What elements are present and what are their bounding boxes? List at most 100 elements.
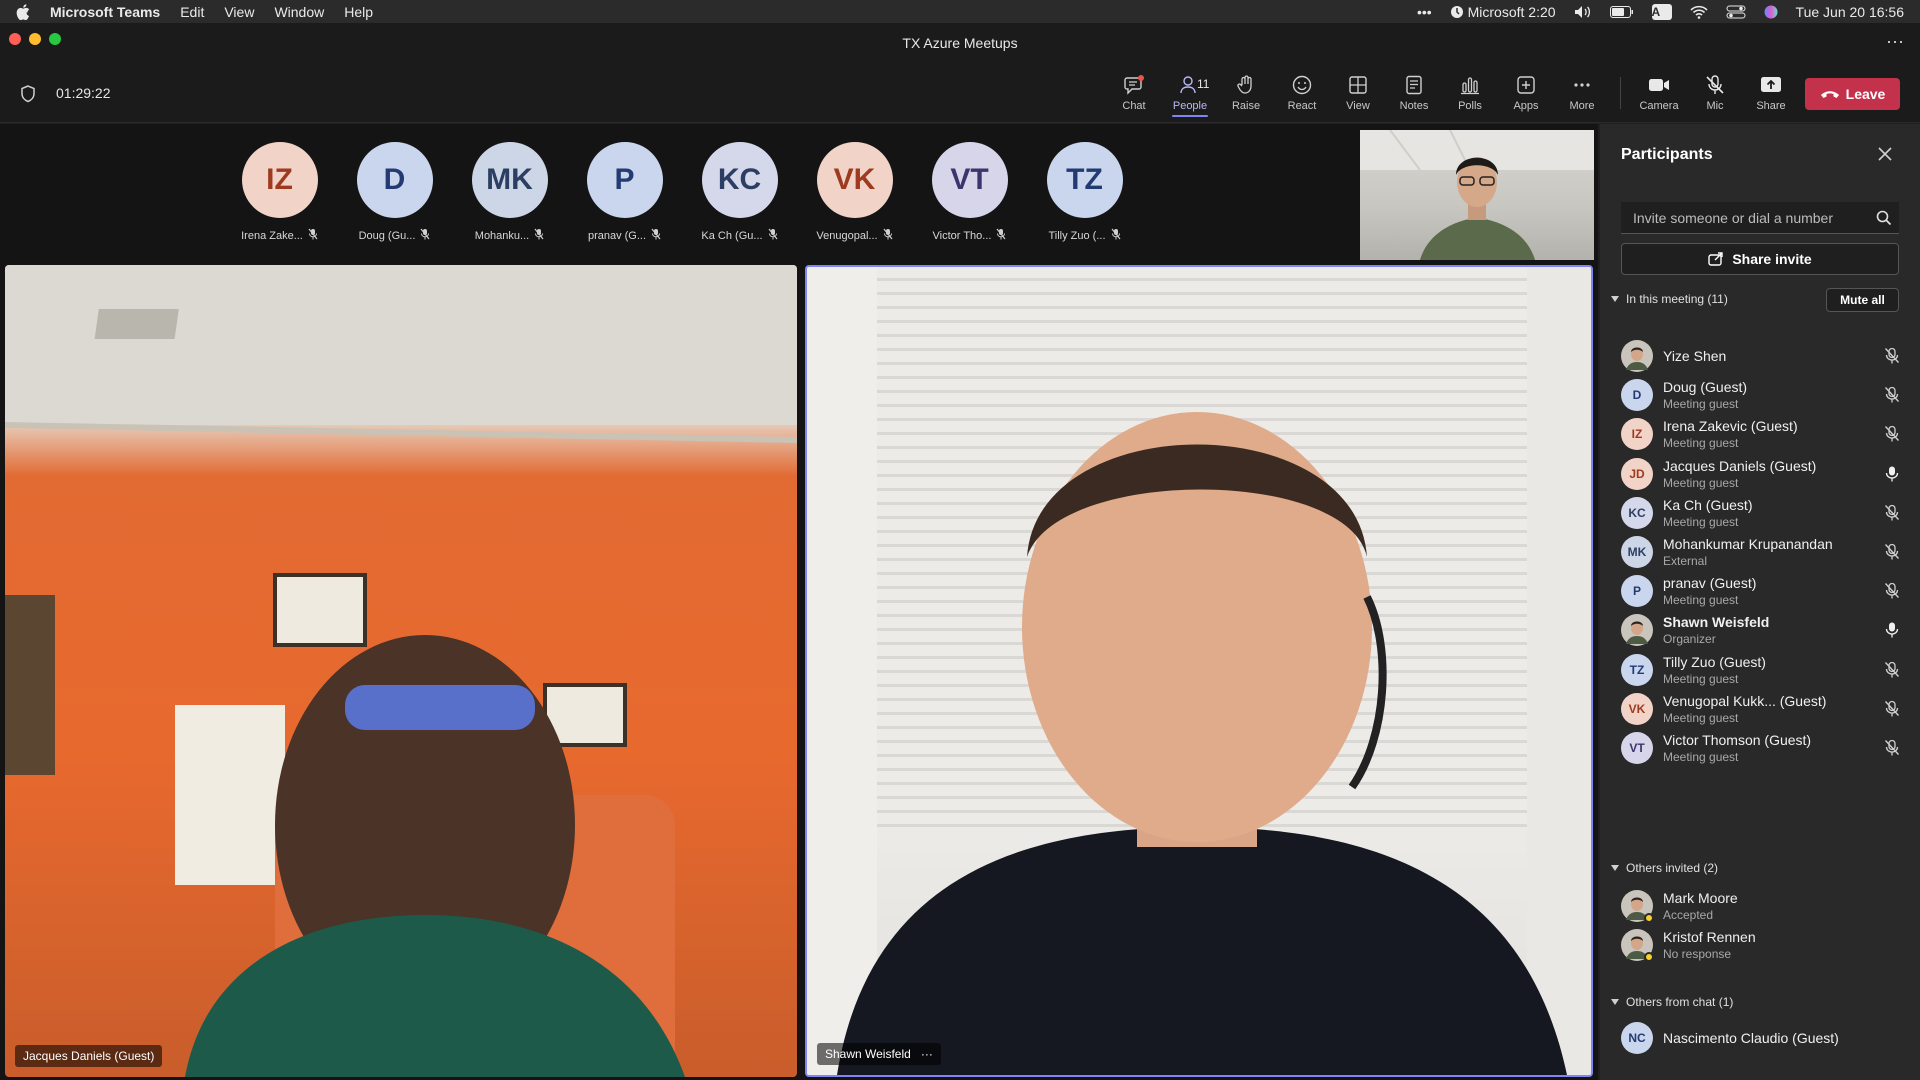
mic-button[interactable]: Mic	[1687, 63, 1743, 123]
close-window-button[interactable]	[9, 33, 21, 45]
video-tile-more-icon[interactable]: ···	[921, 1047, 933, 1061]
leave-button[interactable]: Leave	[1805, 78, 1900, 110]
participant-row[interactable]: JD Jacques Daniels (Guest) Meeting guest	[1621, 452, 1911, 496]
participant-info: Mohankumar Krupanandan External	[1663, 536, 1833, 568]
avatar	[1621, 890, 1654, 923]
participant-row[interactable]: VK Venugopal Kukk... (Guest) Meeting guest	[1621, 687, 1911, 731]
video-tile-jacques[interactable]: Jacques Daniels (Guest)	[5, 265, 797, 1077]
mic-muted-icon	[651, 228, 661, 243]
strip-participant[interactable]: VT Victor Tho...	[912, 142, 1027, 243]
apps-button-label: Apps	[1513, 100, 1539, 112]
wifi-icon[interactable]	[1689, 5, 1708, 19]
strip-participant[interactable]: MK Mohanku...	[452, 142, 567, 243]
mic-muted-icon[interactable]	[1884, 582, 1900, 605]
strip-participant-label: pranav (G...	[588, 228, 661, 243]
apple-icon[interactable]	[16, 3, 30, 20]
zoom-window-button[interactable]	[49, 33, 61, 45]
avatar: D	[1621, 379, 1653, 412]
participant-row[interactable]: Yize Shen	[1621, 334, 1911, 378]
input-source-indicator[interactable]: A	[1651, 3, 1672, 20]
strip-participant[interactable]: TZ Tilly Zuo (...	[1027, 142, 1142, 243]
mic-muted-icon[interactable]	[1884, 504, 1900, 527]
menu-app-name[interactable]: Microsoft Teams	[50, 4, 160, 20]
more-button[interactable]: More	[1554, 63, 1610, 123]
mic-muted-icon	[308, 228, 318, 243]
invited-row[interactable]: Mark Moore Accepted	[1621, 884, 1911, 928]
strip-participant[interactable]: IZ Irena Zake...	[222, 142, 337, 243]
mic-muted-icon[interactable]	[1884, 543, 1900, 566]
invite-search-input[interactable]	[1621, 202, 1899, 234]
shield-icon[interactable]	[20, 85, 36, 103]
others-invited-section-header[interactable]: Others invited (2)	[1610, 861, 1718, 875]
menu-view[interactable]: View	[224, 4, 254, 20]
in-meeting-section-header[interactable]: In this meeting (11)	[1610, 292, 1728, 306]
menu-window[interactable]: Window	[274, 4, 324, 20]
menu-edit[interactable]: Edit	[180, 4, 204, 20]
strip-participant[interactable]: VK Venugopal...	[797, 142, 912, 243]
mute-all-button[interactable]: Mute all	[1826, 288, 1899, 312]
volume-icon[interactable]	[1574, 5, 1592, 19]
view-button[interactable]: View	[1330, 63, 1386, 123]
menubar-datetime[interactable]: Tue Jun 20 16:56	[1796, 4, 1904, 20]
mic-muted-icon[interactable]	[1884, 386, 1900, 409]
people-button[interactable]: 11 People	[1162, 63, 1218, 123]
raise-hand-button[interactable]: Raise	[1218, 63, 1274, 123]
mic-muted-icon[interactable]	[1884, 347, 1900, 370]
react-button[interactable]: React	[1274, 63, 1330, 123]
mic-muted-icon[interactable]	[1884, 700, 1900, 723]
others-chat-section-header[interactable]: Others from chat (1)	[1610, 995, 1733, 1009]
window-more-icon[interactable]: ···	[1886, 31, 1904, 52]
participant-row[interactable]: KC Ka Ch (Guest) Meeting guest	[1621, 491, 1911, 535]
participant-row[interactable]: MK Mohankumar Krupanandan External	[1621, 530, 1911, 574]
mic-muted-icon	[1706, 75, 1724, 94]
mic-muted-icon[interactable]	[1884, 425, 1900, 448]
strip-participant[interactable]: KC Ka Ch (Gu...	[682, 142, 797, 243]
chat-button[interactable]: Chat	[1106, 63, 1162, 123]
minimize-window-button[interactable]	[29, 33, 41, 45]
menubar-more-icon[interactable]: •••	[1417, 4, 1432, 20]
mic-muted-icon[interactable]	[1884, 739, 1900, 762]
apps-button[interactable]: Apps	[1498, 63, 1554, 123]
video-name-label: Jacques Daniels (Guest)	[23, 1049, 155, 1063]
strip-participant[interactable]: D Doug (Gu...	[337, 142, 452, 243]
invited-row[interactable]: Kristof Rennen No response	[1621, 923, 1911, 967]
notes-button[interactable]: Notes	[1386, 63, 1442, 123]
avatar: VT	[1621, 732, 1653, 764]
camera-button[interactable]: Camera	[1631, 63, 1687, 123]
participant-row[interactable]: VT Victor Thomson (Guest) Meeting guest	[1621, 726, 1911, 770]
mic-button-label: Mic	[1706, 100, 1724, 112]
menu-help[interactable]: Help	[344, 4, 373, 20]
control-center-icon[interactable]	[1726, 5, 1746, 19]
mic-muted-icon[interactable]	[1884, 661, 1900, 684]
participant-row[interactable]: TZ Tilly Zuo (Guest) Meeting guest	[1621, 648, 1911, 692]
participant-row[interactable]: D Doug (Guest) Meeting guest	[1621, 373, 1911, 417]
close-icon[interactable]	[1877, 146, 1893, 162]
participant-row[interactable]: IZ Irena Zakevic (Guest) Meeting guest	[1621, 412, 1911, 456]
avatar: KC	[1621, 496, 1653, 529]
participant-info: Irena Zakevic (Guest) Meeting guest	[1663, 418, 1798, 450]
share-invite-button[interactable]: Share invite	[1621, 243, 1899, 275]
mic-icon[interactable]	[1884, 621, 1900, 644]
chevron-down-icon	[1611, 865, 1619, 871]
participant-name: Doug (Guest)	[1663, 379, 1748, 396]
share-button[interactable]: Share	[1743, 63, 1799, 123]
strip-participant[interactable]: Ppranav (G...	[567, 142, 682, 243]
participant-row[interactable]: Ppranav (Guest) Meeting guest	[1621, 569, 1911, 613]
participant-info: Ka Ch (Guest) Meeting guest	[1663, 497, 1752, 529]
status-app[interactable]: Microsoft 2:20	[1450, 4, 1556, 20]
avatar: MK	[471, 142, 548, 218]
share-invite-label: Share invite	[1732, 251, 1812, 267]
mic-icon[interactable]	[1884, 465, 1900, 488]
self-view-video[interactable]	[1360, 130, 1594, 260]
search-icon[interactable]	[1876, 210, 1892, 226]
polls-button[interactable]: Polls	[1442, 63, 1498, 123]
avatar: IZ	[1621, 418, 1653, 451]
participant-name: Mark Moore	[1663, 890, 1738, 906]
participant-row[interactable]: Shawn Weisfeld Organizer	[1621, 608, 1911, 652]
battery-icon[interactable]	[1609, 5, 1634, 18]
clock-icon	[1450, 5, 1463, 18]
video-tile-shawn[interactable]: Shawn Weisfeld ···	[805, 265, 1593, 1077]
siri-icon[interactable]	[1764, 5, 1778, 19]
strip-participant-label: Tilly Zuo (...	[1048, 228, 1120, 243]
chat-participant-row[interactable]: NC Nascimento Claudio (Guest)	[1621, 1016, 1911, 1060]
